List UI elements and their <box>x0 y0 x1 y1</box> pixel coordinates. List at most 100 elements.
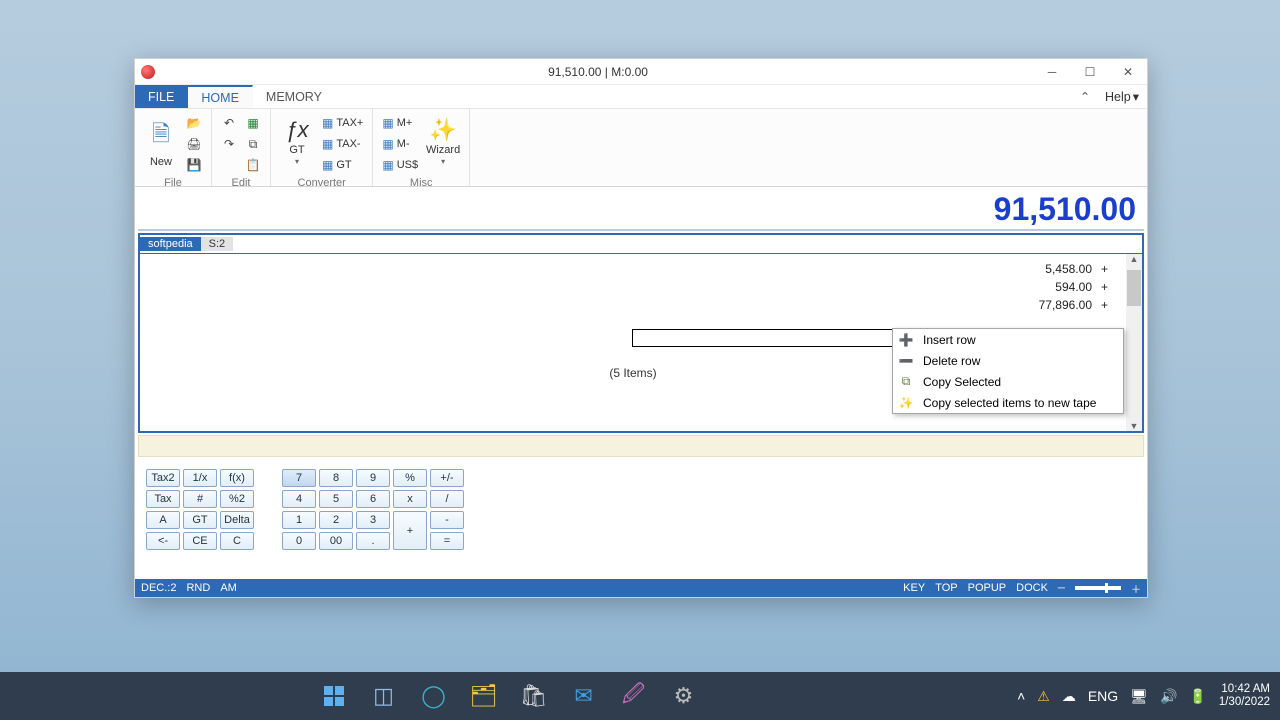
key-tax2[interactable]: Tax2 <box>146 469 180 487</box>
tape-body[interactable]: SOFTPEDIA 5,458.00+ 594.00+ 77,896.00+ (… <box>140 253 1142 431</box>
status-popup[interactable]: POPUP <box>968 582 1007 594</box>
key-5[interactable]: 5 <box>319 490 353 508</box>
open-button[interactable]: 📂 <box>183 113 205 133</box>
key-6[interactable]: 6 <box>356 490 390 508</box>
file-explorer-icon[interactable]: 🗂 <box>463 677 505 715</box>
status-top[interactable]: TOP <box>935 582 957 594</box>
status-key[interactable]: KEY <box>903 582 925 594</box>
context-insert-row[interactable]: ➕Insert row <box>893 329 1123 350</box>
key-minus[interactable]: - <box>430 511 464 529</box>
undo-button[interactable]: ↶ <box>218 113 240 133</box>
key--[interactable]: # <box>183 490 217 508</box>
volume-icon[interactable]: 🔊 <box>1160 688 1177 705</box>
key-divide[interactable]: / <box>430 490 464 508</box>
key--2[interactable]: %2 <box>220 490 254 508</box>
tab-home[interactable]: HOME <box>188 85 253 108</box>
key--[interactable]: <- <box>146 532 180 550</box>
tax-plus-button[interactable]: ▦TAX+ <box>319 113 366 133</box>
collapse-ribbon-icon[interactable]: ⌃ <box>1073 85 1097 108</box>
key-multiply[interactable]: x <box>393 490 427 508</box>
status-dec[interactable]: DEC.:2 <box>141 582 176 594</box>
tab-memory[interactable]: MEMORY <box>253 85 336 108</box>
tab-file[interactable]: FILE <box>135 85 188 108</box>
key-3[interactable]: 3 <box>356 511 390 529</box>
wizard-button[interactable]: ✨Wizard▾ <box>423 113 463 170</box>
key-0[interactable]: 0 <box>282 532 316 550</box>
clock[interactable]: 10:42 AM 1/30/2022 <box>1219 683 1270 709</box>
tape-row[interactable]: 77,896.00+ <box>140 298 1126 316</box>
key-delta[interactable]: Delta <box>220 511 254 529</box>
context-delete-row[interactable]: ➖Delete row <box>893 350 1123 371</box>
zoom-out-icon[interactable]: ─ <box>1058 583 1065 594</box>
security-icon[interactable]: ⚠ <box>1037 688 1050 705</box>
gt-button[interactable]: ▦GT <box>319 155 366 175</box>
key-9[interactable]: 9 <box>356 469 390 487</box>
redo-button[interactable]: ↷ <box>218 134 240 154</box>
battery-icon[interactable]: 🔋 <box>1189 688 1206 705</box>
key-8[interactable]: 8 <box>319 469 353 487</box>
context-copy-to-new-tape[interactable]: ✨Copy selected items to new tape <box>893 392 1123 413</box>
print-button[interactable]: 🖨 <box>183 134 205 154</box>
us-dollar-button[interactable]: ▦US$ <box>379 155 421 175</box>
tape-row[interactable]: 5,458.00+ <box>140 262 1126 280</box>
key-c[interactable]: C <box>220 532 254 550</box>
key-plus-minus[interactable]: +/- <box>430 469 464 487</box>
mail-icon[interactable]: ✉ <box>563 677 605 715</box>
weather-icon[interactable]: ☁ <box>1062 688 1076 705</box>
title-bar[interactable]: 91,510.00 | M:0.00 ─ ☐ ✕ <box>135 59 1147 85</box>
key-f-x-[interactable]: f(x) <box>220 469 254 487</box>
context-copy-selected[interactable]: ⧉Copy Selected <box>893 371 1123 392</box>
tape-area: softpedia S:2 SOFTPEDIA 5,458.00+ 594.00… <box>138 233 1144 433</box>
key-ce[interactable]: CE <box>183 532 217 550</box>
scroll-up-icon[interactable]: ▲ <box>1130 254 1139 264</box>
status-dock[interactable]: DOCK <box>1016 582 1048 594</box>
settings-icon[interactable]: ⚙ <box>663 677 705 715</box>
task-view-button[interactable]: ◫ <box>363 677 405 715</box>
fx-button[interactable]: ƒxGT▾ <box>277 113 317 170</box>
key-tax[interactable]: Tax <box>146 490 180 508</box>
tape-tab-s2[interactable]: S:2 <box>201 237 234 251</box>
scroll-down-icon[interactable]: ▼ <box>1130 421 1139 431</box>
key-2[interactable]: 2 <box>319 511 353 529</box>
export-excel-button[interactable]: ▦ <box>242 113 264 133</box>
scroll-thumb[interactable] <box>1127 270 1141 306</box>
close-button[interactable]: ✕ <box>1109 59 1147 84</box>
key-7[interactable]: 7 <box>282 469 316 487</box>
zoom-slider[interactable] <box>1075 586 1121 590</box>
taskbar[interactable]: ◫ ◯ 🗂 🛍 ✉ 🖉 ⚙ ˄ ⚠ ☁ ENG 🖥 🔊 🔋 10:42 AM 1… <box>0 672 1280 720</box>
key-4[interactable]: 4 <box>282 490 316 508</box>
key-equals[interactable]: = <box>430 532 464 550</box>
help-menu[interactable]: Help▾ <box>1097 85 1147 108</box>
tray-overflow-icon[interactable]: ˄ <box>1017 688 1025 704</box>
network-icon[interactable]: 🖥 <box>1130 688 1148 705</box>
paste-button[interactable]: 📋 <box>242 155 264 175</box>
m-plus-button[interactable]: ▦M+ <box>379 113 421 133</box>
status-rnd[interactable]: RND <box>186 582 210 594</box>
key-percent[interactable]: % <box>393 469 427 487</box>
save-button[interactable]: 💾 <box>183 155 205 175</box>
grid-icon: ▦ <box>322 137 333 151</box>
status-am[interactable]: AM <box>220 582 237 594</box>
maximize-button[interactable]: ☐ <box>1071 59 1109 84</box>
photos-icon[interactable]: 🖉 <box>613 677 655 715</box>
minimize-button[interactable]: ─ <box>1033 59 1071 84</box>
key-decimal[interactable]: . <box>356 532 390 550</box>
zoom-in-icon[interactable]: ＋ <box>1131 581 1141 596</box>
key-plus[interactable]: + <box>393 511 427 550</box>
tape-tab-softpedia[interactable]: softpedia <box>140 237 201 251</box>
new-button[interactable]: 🗎New <box>141 113 181 172</box>
scrollbar[interactable]: ▲ ▼ <box>1126 254 1142 431</box>
store-icon[interactable]: 🛍 <box>513 677 555 715</box>
key-1-x[interactable]: 1/x <box>183 469 217 487</box>
tape-row[interactable]: 594.00+ <box>140 280 1126 298</box>
m-minus-button[interactable]: ▦M- <box>379 134 421 154</box>
key-00[interactable]: 00 <box>319 532 353 550</box>
start-button[interactable] <box>313 677 355 715</box>
tax-minus-button[interactable]: ▦TAX- <box>319 134 366 154</box>
key-gt[interactable]: GT <box>183 511 217 529</box>
language-indicator[interactable]: ENG <box>1088 688 1118 704</box>
copy-button[interactable]: ⧉ <box>242 134 264 154</box>
edge-icon[interactable]: ◯ <box>413 677 455 715</box>
key-1[interactable]: 1 <box>282 511 316 529</box>
key-a[interactable]: A <box>146 511 180 529</box>
